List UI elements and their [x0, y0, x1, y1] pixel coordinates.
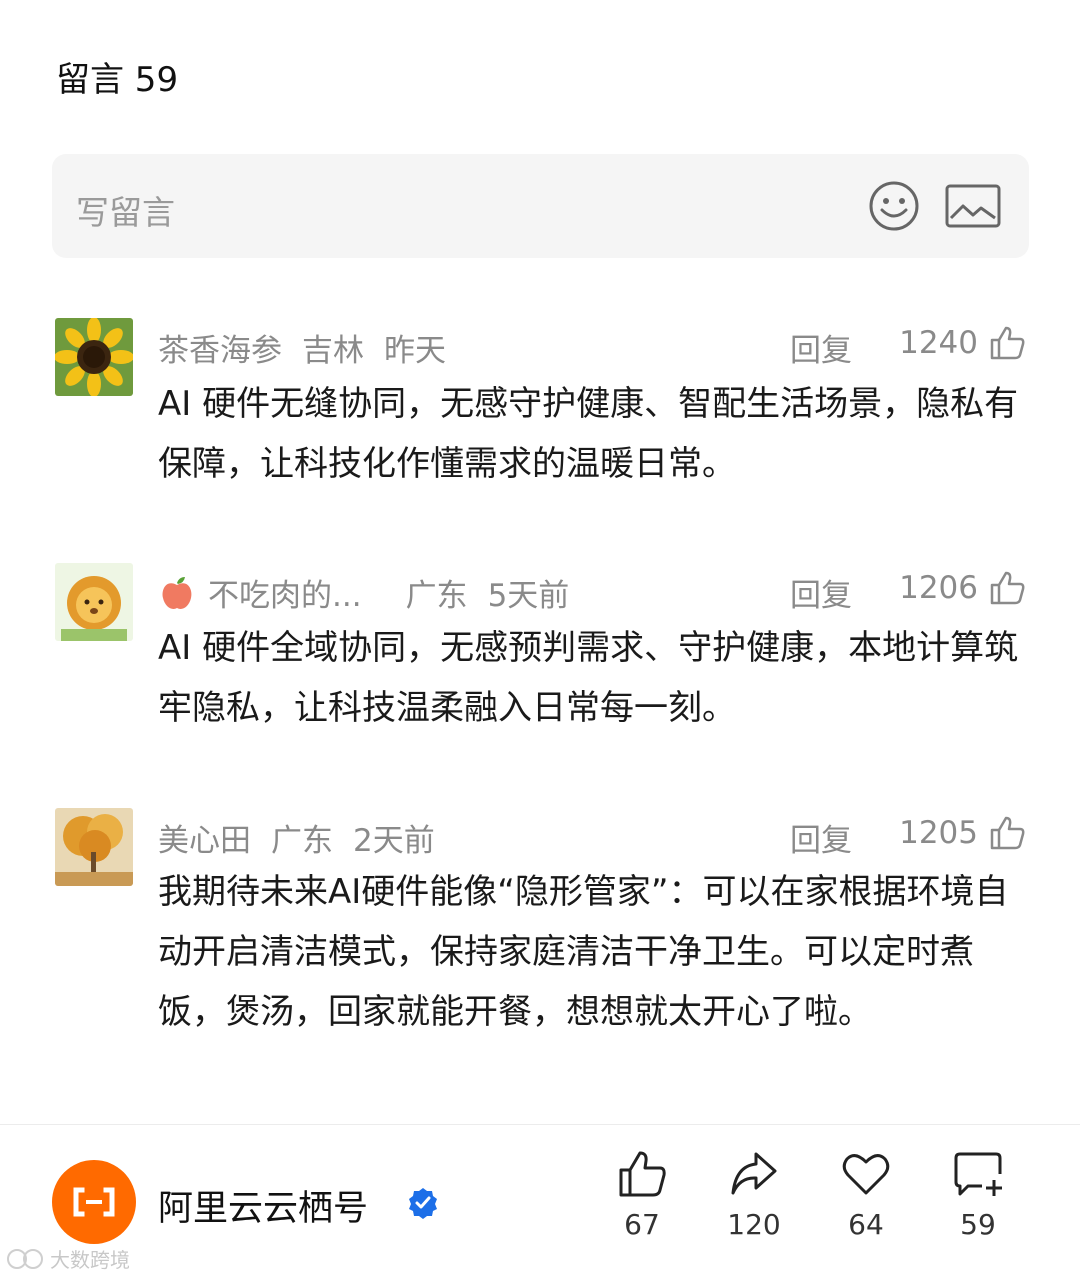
footer-divider — [0, 1124, 1080, 1125]
heart-count: 64 — [848, 1208, 884, 1241]
comment-location: 广东 — [271, 823, 333, 859]
avatar-lion[interactable] — [55, 563, 133, 641]
comment-time: 昨天 — [384, 333, 446, 369]
comment-time: 2天前 — [353, 823, 435, 859]
share-count: 120 — [727, 1208, 781, 1241]
comment-location: 吉林 — [302, 333, 364, 369]
comment-count: 59 — [960, 1208, 996, 1241]
page-title: 留言 59 — [56, 60, 179, 100]
emoji-icon[interactable] — [867, 179, 921, 233]
add-comment-icon — [954, 1152, 1002, 1196]
reply-button[interactable]: 回复 — [790, 325, 852, 370]
like-count: 1205 — [899, 815, 978, 851]
comment-text: AI 硬件无缝协同，无感守护健康、智配生活场景，隐私有保障，让科技化作懂需求的温… — [158, 384, 1019, 484]
reply-button[interactable]: 回复 — [790, 570, 852, 615]
comment-username[interactable]: 不吃肉的... — [208, 570, 362, 615]
comment-text: AI 硬件全域协同，无感预判需求、守护健康，本地计算筑牢隐私，让科技温柔融入日常… — [158, 628, 1019, 728]
reply-button[interactable]: 回复 — [790, 815, 852, 860]
comment-username[interactable]: 美心田 — [158, 815, 251, 860]
thumbs-up-icon[interactable] — [988, 814, 1026, 852]
comment-location: 广东 — [405, 578, 468, 614]
comment-meta: 美心田 广东 2天前 — [158, 815, 435, 860]
comment-text: 我期待未来AI硬件能像“隐形管家”：可以在家根据环境自动开启清洁模式，保持家庭清… — [158, 872, 1009, 1032]
verified-badge-icon — [409, 1188, 437, 1219]
like-count: 1240 — [899, 325, 978, 361]
watermark-text: 大数跨境 — [50, 1248, 130, 1272]
watermark-logo-icon — [7, 1248, 43, 1269]
comment-time: 5天前 — [487, 578, 570, 614]
thumbs-up-icon[interactable] — [988, 569, 1026, 607]
share-action[interactable]: 120 — [709, 1148, 799, 1241]
avatar-sunflower[interactable] — [55, 318, 133, 396]
thumbs-up-icon[interactable] — [988, 324, 1026, 362]
like-action[interactable]: 67 — [597, 1148, 687, 1241]
comment-action[interactable]: 59 — [933, 1148, 1023, 1241]
thumbs-up-icon — [619, 1151, 666, 1197]
heart-action[interactable]: 64 — [821, 1148, 911, 1241]
avatar-autumn-tree[interactable] — [55, 808, 133, 886]
heart-icon — [842, 1154, 890, 1195]
apple-icon — [162, 576, 192, 609]
account-logo[interactable] — [52, 1160, 136, 1244]
like-count: 1206 — [899, 570, 978, 606]
image-upload-icon[interactable] — [945, 184, 1001, 228]
comment-input-box[interactable]: 写留言 — [52, 154, 1029, 258]
comment-meta: 茶香海参 吉林 昨天 — [158, 325, 446, 370]
comment-username[interactable]: 茶香海参 — [158, 325, 282, 370]
watermark: 大数跨境 — [6, 1244, 130, 1273]
comment-meta: 不吃肉的... 广东 5天前 — [158, 570, 569, 615]
like-count: 67 — [624, 1208, 660, 1241]
comment-input-placeholder: 写留言 — [76, 193, 175, 232]
share-icon — [731, 1152, 777, 1195]
account-name[interactable]: 阿里云云栖号 — [158, 1180, 368, 1231]
